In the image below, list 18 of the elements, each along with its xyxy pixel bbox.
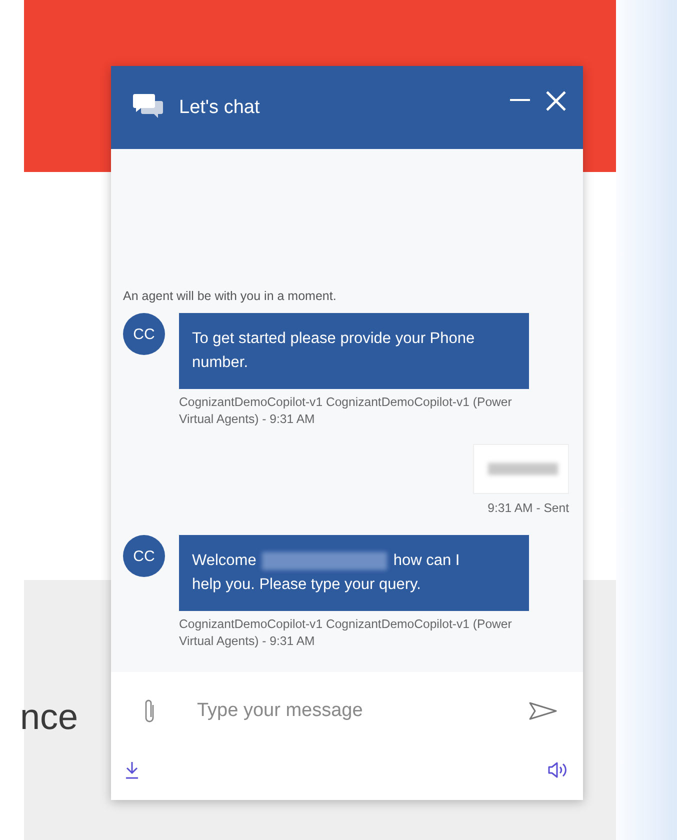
message-meta: CognizantDemoCopilot-v1 CognizantDemoCopilot-v1 (Power Virtual Agents) - 9:31 AM (179, 394, 513, 428)
window-title: Let's chat (179, 96, 261, 119)
send-icon[interactable] (529, 702, 557, 720)
message-text: To get started please provide your Phone number. (192, 329, 476, 374)
close-icon[interactable] (545, 90, 567, 112)
avatar: CC (123, 313, 165, 356)
speaker-icon[interactable] (547, 762, 569, 778)
message-text: Welcome (192, 551, 256, 572)
message-meta: 9:31 AM - Sent (488, 500, 569, 518)
redacted-text (488, 463, 558, 476)
message-text: help you. Please type your query. (192, 575, 421, 596)
heading-text: nce (20, 696, 78, 738)
message-text: how can I (393, 551, 460, 572)
avatar: CC (123, 535, 165, 578)
chat-bubbles-icon (133, 94, 165, 118)
download-icon[interactable] (125, 761, 139, 780)
message-meta: CognizantDemoCopilot-v1 CognizantDemoCopilot-v1 (Power Virtual Agents) - 9:31 AM (179, 616, 513, 650)
status-text: An agent will be with you in a moment. (123, 289, 338, 304)
